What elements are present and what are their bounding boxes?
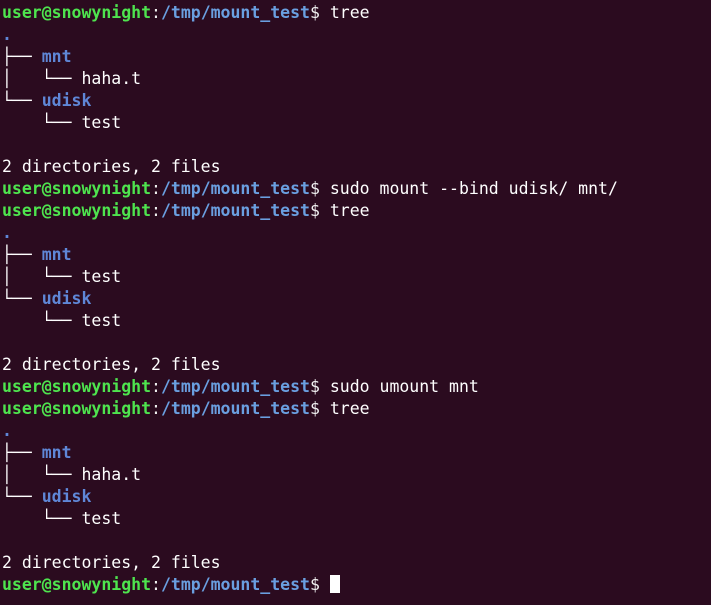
terminal-screen[interactable]: user@snowynight:/tmp/mount_test$ tree. ├─… xyxy=(0,0,711,605)
prompt-dollar: $ xyxy=(309,399,320,418)
terminal-prompt-line[interactable]: user@snowynight:/tmp/mount_test$ sudo mo… xyxy=(2,178,711,200)
tree-file-row: └── test xyxy=(2,508,711,530)
tree-directory-name: mnt xyxy=(41,47,72,66)
tree-root-label: . xyxy=(2,421,12,440)
tree-file-row: │ └── haha.t xyxy=(2,68,711,90)
prompt-path: /tmp/mount_test xyxy=(160,179,310,198)
tree-directory-row: ├── mnt xyxy=(2,244,711,266)
tree-summary-text: 2 directories, 2 files xyxy=(2,553,221,572)
tree-summary-output: 2 directories, 2 files xyxy=(2,354,711,376)
tree-branch-glyph-icon: │ └── xyxy=(2,267,82,286)
prompt-separator: : xyxy=(151,399,161,418)
tree-root-label: . xyxy=(2,223,12,242)
prompt-separator: : xyxy=(151,179,161,198)
prompt-dollar: $ xyxy=(309,179,320,198)
tree-root-entry: . xyxy=(2,222,711,244)
tree-directory-name: udisk xyxy=(41,289,92,308)
prompt-path: /tmp/mount_test xyxy=(160,399,310,418)
terminal-prompt-line[interactable]: user@snowynight:/tmp/mount_test$ sudo um… xyxy=(2,376,711,398)
tree-branch-glyph-icon: │ └── xyxy=(2,465,82,484)
tree-root-label: . xyxy=(2,25,12,44)
prompt-path: /tmp/mount_test xyxy=(160,3,310,22)
tree-root-entry: . xyxy=(2,420,711,442)
tree-summary-text: 2 directories, 2 files xyxy=(2,355,221,374)
tree-file-name: haha.t xyxy=(81,69,142,88)
prompt-path: /tmp/mount_test xyxy=(160,201,310,220)
tree-branch-glyph-icon: └── xyxy=(2,91,42,110)
tree-directory-row: └── udisk xyxy=(2,486,711,508)
tree-branch-glyph-icon: │ └── xyxy=(2,69,82,88)
tree-directory-name: mnt xyxy=(41,443,72,462)
tree-file-row: └── test xyxy=(2,112,711,134)
prompt-user-host: user@snowynight xyxy=(2,377,152,396)
prompt-separator: : xyxy=(151,201,161,220)
terminal-command: tree xyxy=(319,399,370,418)
terminal-prompt-line[interactable]: user@snowynight:/tmp/mount_test$ tree xyxy=(2,2,711,24)
tree-file-name: test xyxy=(81,311,122,330)
prompt-separator: : xyxy=(151,3,161,22)
tree-branch-glyph-icon: ├── xyxy=(2,245,42,264)
terminal-command: tree xyxy=(319,3,370,22)
tree-file-name: test xyxy=(81,267,122,286)
tree-summary-output: 2 directories, 2 files xyxy=(2,156,711,178)
tree-summary-text: 2 directories, 2 files xyxy=(2,157,221,176)
prompt-user-host: user@snowynight xyxy=(2,201,152,220)
tree-file-row: │ └── test xyxy=(2,266,711,288)
prompt-user-host: user@snowynight xyxy=(2,3,152,22)
tree-branch-glyph-icon: └── xyxy=(2,487,42,506)
terminal-command: sudo mount --bind udisk/ mnt/ xyxy=(319,179,618,198)
prompt-path: /tmp/mount_test xyxy=(160,377,310,396)
tree-summary-output: 2 directories, 2 files xyxy=(2,552,711,574)
tree-directory-name: udisk xyxy=(41,91,92,110)
tree-root-entry: . xyxy=(2,24,711,46)
terminal-prompt-line[interactable]: user@snowynight:/tmp/mount_test$ tree xyxy=(2,398,711,420)
prompt-dollar: $ xyxy=(309,377,320,396)
prompt-dollar: $ xyxy=(309,201,320,220)
terminal-prompt-line[interactable]: user@snowynight:/tmp/mount_test$ tree xyxy=(2,200,711,222)
tree-file-name: test xyxy=(81,509,122,528)
prompt-separator: : xyxy=(151,575,161,594)
tree-directory-name: mnt xyxy=(41,245,72,264)
prompt-separator: : xyxy=(151,377,161,396)
tree-file-name: haha.t xyxy=(81,465,142,484)
prompt-path: /tmp/mount_test xyxy=(160,575,310,594)
tree-branch-glyph-icon: ├── xyxy=(2,47,42,66)
tree-branch-glyph-icon: └── xyxy=(2,289,42,308)
tree-branch-glyph-icon: └── xyxy=(2,311,82,330)
terminal-command: sudo umount mnt xyxy=(319,377,479,396)
terminal-prompt-line[interactable]: user@snowynight:/tmp/mount_test$ xyxy=(2,574,711,596)
terminal-command xyxy=(320,575,330,594)
tree-branch-glyph-icon: └── xyxy=(2,113,82,132)
terminal-command: tree xyxy=(319,201,370,220)
prompt-dollar: $ xyxy=(309,575,320,594)
tree-directory-row: └── udisk xyxy=(2,288,711,310)
prompt-user-host: user@snowynight xyxy=(2,179,152,198)
prompt-dollar: $ xyxy=(309,3,320,22)
tree-directory-row: ├── mnt xyxy=(2,442,711,464)
tree-branch-glyph-icon: ├── xyxy=(2,443,42,462)
tree-directory-name: udisk xyxy=(41,487,92,506)
tree-file-row: └── test xyxy=(2,310,711,332)
terminal-cursor xyxy=(329,575,340,593)
tree-branch-glyph-icon: └── xyxy=(2,509,82,528)
tree-file-row: │ └── haha.t xyxy=(2,464,711,486)
prompt-user-host: user@snowynight xyxy=(2,399,152,418)
prompt-user-host: user@snowynight xyxy=(2,575,152,594)
tree-file-name: test xyxy=(81,113,122,132)
tree-directory-row: ├── mnt xyxy=(2,46,711,68)
tree-directory-row: └── udisk xyxy=(2,90,711,112)
